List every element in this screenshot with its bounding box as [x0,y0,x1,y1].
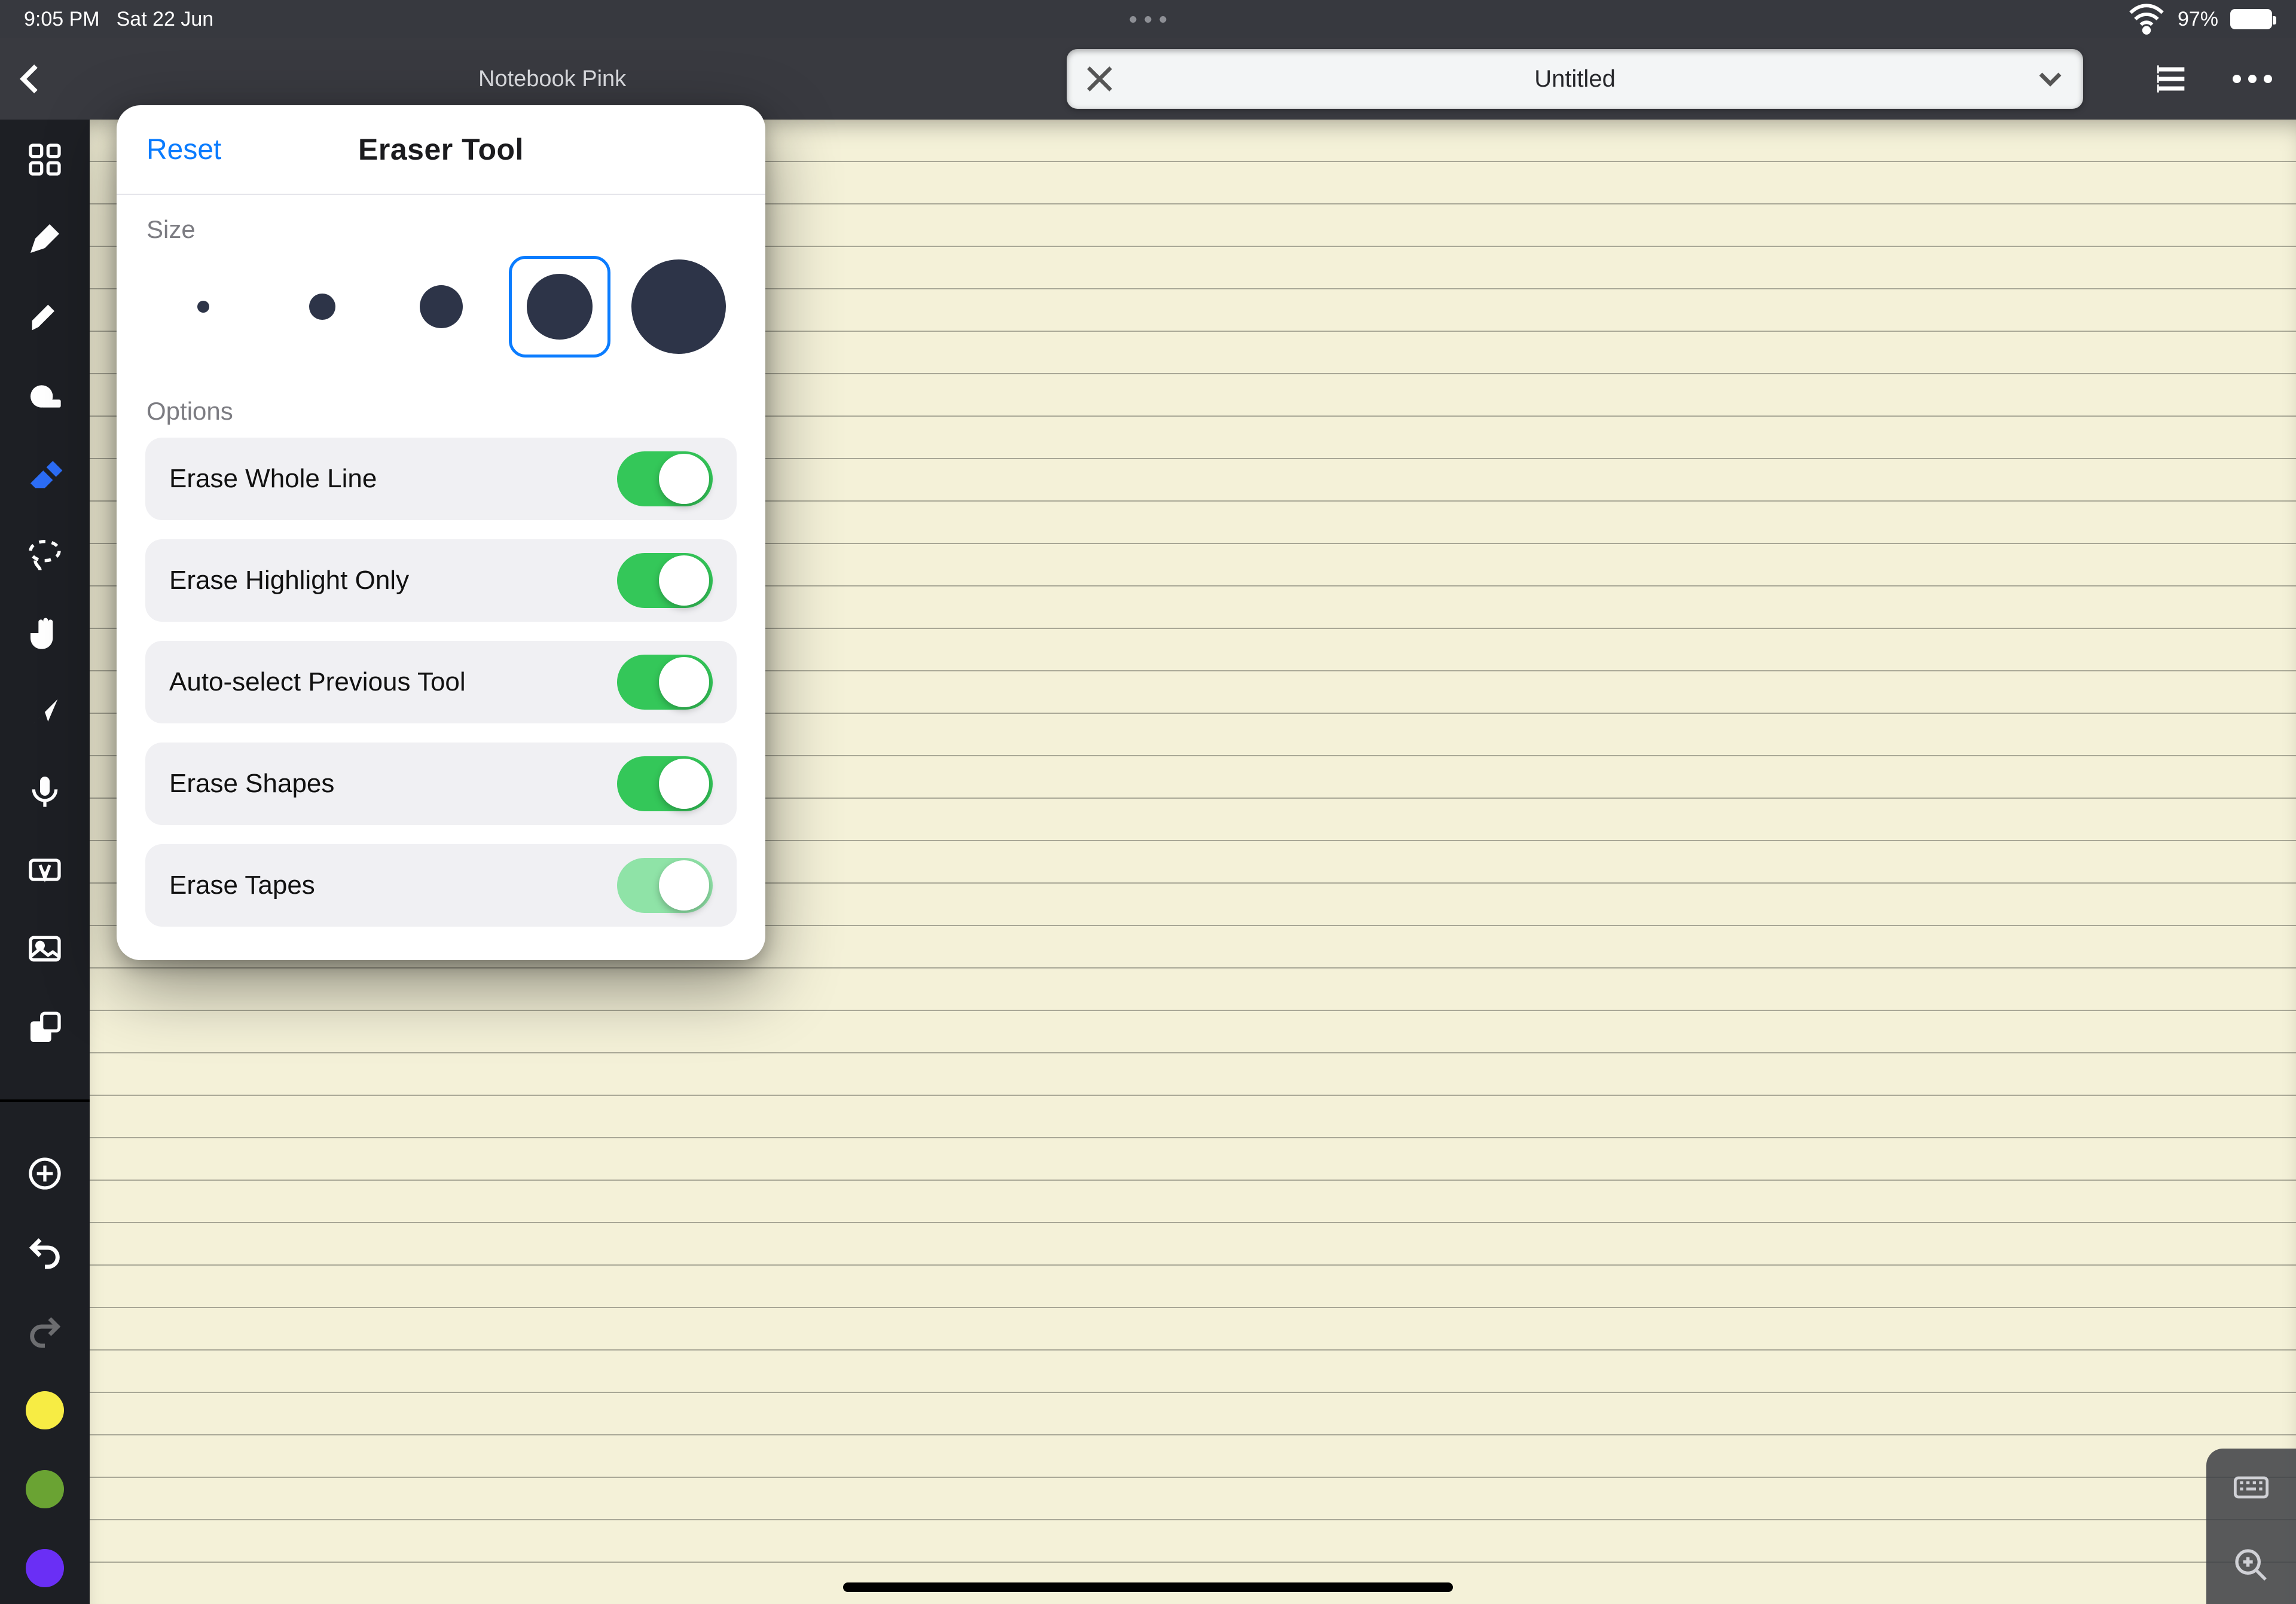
outline-list-button[interactable] [2152,60,2191,98]
redo-button[interactable] [26,1312,64,1351]
document-dropdown-button[interactable] [2017,60,2083,98]
option-toggle[interactable] [617,451,713,506]
size-section-label: Size [117,195,765,250]
more-menu-button[interactable] [2233,75,2272,83]
textbox-tool[interactable] [26,851,64,889]
popover-title: Eraser Tool [358,132,524,167]
color-swatch-1[interactable] [26,1391,64,1429]
tape-tool[interactable] [26,377,64,415]
back-button[interactable] [12,60,84,98]
shapes-tool[interactable] [26,1009,64,1047]
eraser-size-1[interactable] [152,256,254,358]
option-toggle[interactable] [617,756,713,811]
eraser-size-3[interactable] [390,256,492,358]
toolbar-separator [0,1099,90,1102]
option-row-0: Erase Whole Line [145,438,737,520]
size-dot-icon [527,274,593,340]
hand-tool[interactable] [26,614,64,652]
option-row-3: Erase Shapes [145,743,737,825]
pen-tool[interactable] [26,219,64,258]
reset-button[interactable]: Reset [146,133,221,166]
floating-controls [2206,1449,2296,1604]
option-toggle[interactable] [617,655,713,710]
tool-sidebar [0,120,90,1604]
statusbar-battery-pct: 97% [2178,8,2218,31]
grid-icon[interactable] [26,140,64,179]
statusbar-date: Sat 22 Jun [117,8,214,31]
keyboard-icon[interactable] [2232,1468,2270,1507]
option-row-2: Auto-select Previous Tool [145,641,737,723]
wifi-icon [2127,0,2166,38]
option-toggle[interactable] [617,858,713,913]
document-title-bar: Untitled [1067,49,2083,109]
color-swatch-3[interactable] [26,1549,64,1587]
option-row-1: Erase Highlight Only [145,539,737,622]
option-row-4: Erase Tapes [145,844,737,927]
add-button[interactable] [26,1154,64,1193]
eraser-options-list: Erase Whole Line Erase Highlight Only Auto… [117,432,765,960]
pointer-tool[interactable] [26,693,64,731]
statusbar-time: 9:05 PM [24,8,100,31]
color-swatch-2[interactable] [26,1470,64,1508]
option-label: Erase Highlight Only [169,566,409,595]
eraser-size-picker [117,250,765,377]
size-dot-icon [631,259,726,354]
highlighter-tool[interactable] [26,298,64,337]
home-indicator[interactable] [843,1582,1453,1592]
size-dot-icon [420,285,463,328]
mic-tool[interactable] [26,772,64,810]
eraser-tool[interactable] [26,456,64,494]
eraser-size-5[interactable] [628,256,729,358]
size-dot-icon [309,294,335,320]
option-label: Erase Whole Line [169,464,377,494]
size-dot-icon [197,301,209,313]
option-label: Erase Shapes [169,769,334,799]
notebook-name[interactable]: Notebook Pink [478,66,626,92]
ipad-statusbar: 9:05 PM Sat 22 Jun 97% [0,0,2296,38]
options-section-label: Options [117,377,765,432]
zoom-in-icon[interactable] [2232,1546,2270,1584]
eraser-size-2[interactable] [271,256,373,358]
undo-button[interactable] [26,1233,64,1272]
eraser-tool-popover: Reset Eraser Tool Size Options Erase Who… [117,105,765,960]
close-document-button[interactable] [1067,60,1132,98]
multitask-dots[interactable] [1130,16,1167,23]
lasso-tool[interactable] [26,535,64,573]
battery-icon [2230,9,2272,29]
document-title[interactable]: Untitled [1132,66,2017,93]
option-label: Auto-select Previous Tool [169,667,466,697]
eraser-size-4[interactable] [509,256,610,358]
option-label: Erase Tapes [169,870,315,900]
image-tool[interactable] [26,930,64,968]
option-toggle[interactable] [617,553,713,608]
